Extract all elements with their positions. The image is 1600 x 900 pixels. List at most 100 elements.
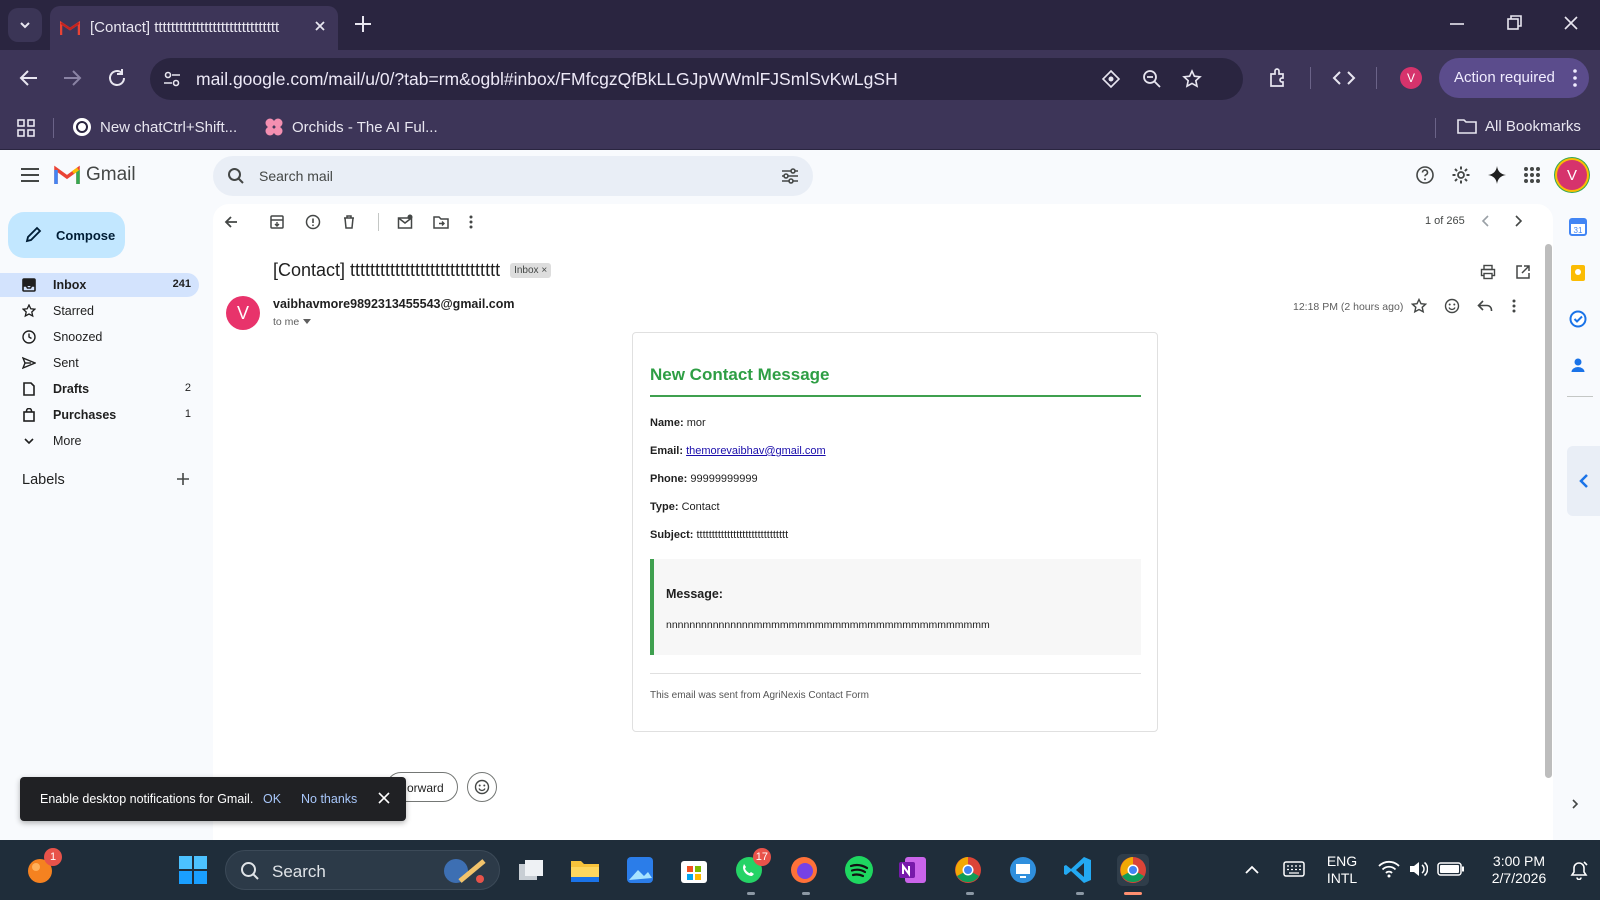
taskbar-store[interactable] <box>678 854 710 886</box>
close-window-icon[interactable] <box>1561 13 1581 33</box>
inbox-label-chip[interactable]: Inbox × <box>510 263 552 278</box>
side-panel-toggle[interactable] <box>1567 446 1600 516</box>
recipient-details[interactable]: to me <box>273 316 312 328</box>
new-tab-icon[interactable] <box>352 13 374 35</box>
toast-ok-button[interactable]: OK <box>263 792 281 806</box>
settings-gear-icon[interactable] <box>1451 165 1471 185</box>
wifi-icon[interactable] <box>1378 860 1400 878</box>
back-to-inbox-icon[interactable] <box>223 214 239 230</box>
add-label-icon[interactable] <box>176 472 190 486</box>
archive-icon[interactable] <box>269 214 285 230</box>
print-icon[interactable] <box>1480 264 1496 280</box>
close-icon[interactable] <box>312 18 328 34</box>
reload-icon[interactable] <box>105 66 129 90</box>
sidebar-item-snoozed[interactable]: Snoozed <box>0 325 199 349</box>
taskbar-file-explorer[interactable] <box>569 854 601 886</box>
email-link[interactable]: themorevaibhav@gmail.com <box>686 445 826 457</box>
taskbar-firefox[interactable] <box>788 854 820 886</box>
search-input[interactable] <box>259 156 739 196</box>
keep-notes-icon[interactable] <box>1569 264 1587 282</box>
move-to-folder-icon[interactable] <box>433 214 449 230</box>
taskbar-chrome-active[interactable] <box>1117 854 1149 886</box>
sidebar-item-inbox[interactable]: Inbox 241 <box>0 273 199 297</box>
forward-icon[interactable] <box>60 66 84 90</box>
newer-chevron-left-icon[interactable] <box>1479 214 1493 228</box>
calendar-icon[interactable]: 31 <box>1569 218 1587 236</box>
taskbar-spotify[interactable] <box>843 854 875 886</box>
emoji-reaction-icon[interactable] <box>1444 298 1460 314</box>
scrollbar[interactable] <box>1545 244 1552 778</box>
battery-icon[interactable] <box>1437 861 1465 877</box>
older-chevron-right-icon[interactable] <box>1511 214 1525 228</box>
browser-tab-gmail[interactable]: [Contact] tttttttttttttttttttttttttttttt <box>50 6 338 50</box>
chevron-right-icon[interactable] <box>1569 798 1581 810</box>
tab-search-button[interactable] <box>8 8 42 42</box>
sidebar-item-purchases[interactable]: Purchases 1 <box>0 403 199 427</box>
sidebar-item-drafts[interactable]: Drafts 2 <box>0 377 199 401</box>
start-button[interactable] <box>177 854 209 886</box>
taskbar-chrome-profile[interactable] <box>952 854 984 886</box>
gmail-logo[interactable]: Gmail <box>54 164 136 186</box>
sidebar-item-starred[interactable]: Starred <box>0 299 199 323</box>
bookmarks-divider <box>53 118 54 138</box>
system-clock[interactable]: 3:00 PM 2/7/2026 <box>1476 853 1562 887</box>
notification-bell-icon[interactable] <box>1569 860 1589 880</box>
close-icon[interactable] <box>377 791 391 805</box>
gemini-sparkle-icon[interactable] <box>1487 165 1507 185</box>
lens-icon[interactable] <box>1101 69 1121 89</box>
devtools-code-icon[interactable] <box>1332 66 1356 90</box>
mark-unread-icon[interactable] <box>397 214 413 230</box>
open-in-new-window-icon[interactable] <box>1515 264 1531 280</box>
google-apps-icon[interactable] <box>1522 165 1542 185</box>
minimize-icon[interactable] <box>1447 13 1467 33</box>
taskbar-vscode[interactable] <box>1062 854 1094 886</box>
taskbar-task-view[interactable] <box>515 854 547 886</box>
toast-no-thanks-button[interactable]: No thanks <box>301 792 357 806</box>
bookmark-orchids[interactable]: Orchids - The AI Ful... <box>264 117 438 137</box>
tasks-icon[interactable] <box>1569 310 1587 328</box>
taskbar-notification-app[interactable]: 1 <box>24 848 62 886</box>
emoji-reaction-button[interactable] <box>467 772 497 802</box>
account-avatar[interactable]: V <box>1557 160 1587 190</box>
profile-avatar[interactable]: V <box>1400 67 1422 89</box>
contacts-icon[interactable] <box>1569 356 1587 374</box>
keyboard-icon[interactable] <box>1283 860 1305 878</box>
search-icon[interactable] <box>227 167 245 185</box>
taskbar-search[interactable]: Search <box>225 850 500 890</box>
address-bar[interactable]: mail.google.com/mail/u/0/?tab=rm&ogbl#in… <box>150 58 1243 100</box>
restore-icon[interactable] <box>1504 13 1524 33</box>
more-vert-icon[interactable] <box>469 214 473 230</box>
sidebar-item-sent[interactable]: Sent <box>0 351 199 375</box>
compose-button[interactable]: Compose <box>8 212 125 258</box>
all-bookmarks-button[interactable]: All Bookmarks <box>1457 117 1581 135</box>
bookmark-chatgpt[interactable]: New chatCtrl+Shift... <box>72 117 237 137</box>
star-icon[interactable] <box>1411 298 1427 314</box>
site-info-icon[interactable] <box>162 69 182 89</box>
action-required-button[interactable]: Action required <box>1439 58 1589 98</box>
apps-grid-icon[interactable] <box>16 118 36 138</box>
delete-trash-icon[interactable] <box>341 214 357 230</box>
taskbar-remote-desktop[interactable] <box>1007 854 1039 886</box>
extensions-icon[interactable] <box>1266 66 1290 90</box>
taskbar-photos[interactable] <box>624 854 656 886</box>
zoom-icon[interactable] <box>1142 69 1162 89</box>
sidebar-item-more[interactable]: More <box>0 429 199 453</box>
taskbar-onenote[interactable] <box>897 854 929 886</box>
sender-email[interactable]: vaibhavmore9892313455543@gmail.com <box>273 297 515 311</box>
input-language[interactable]: ENG INTL <box>1320 853 1364 887</box>
back-icon[interactable] <box>17 66 41 90</box>
search-options-icon[interactable] <box>781 168 799 184</box>
help-icon[interactable] <box>1415 165 1435 185</box>
star-icon <box>22 304 36 318</box>
taskbar-whatsapp[interactable]: 17 <box>733 848 771 886</box>
volume-icon[interactable] <box>1408 860 1428 878</box>
bookmark-star-icon[interactable] <box>1182 69 1202 89</box>
more-vert-icon[interactable] <box>1512 298 1516 314</box>
reply-icon[interactable] <box>1477 298 1493 314</box>
report-spam-icon[interactable] <box>305 214 321 230</box>
message-pager: 1 of 265 <box>1425 215 1465 227</box>
chevron-up-icon[interactable] <box>1244 862 1260 878</box>
sender-avatar[interactable]: V <box>226 296 260 330</box>
labels-heading: Labels <box>22 472 65 488</box>
main-menu-icon[interactable] <box>20 167 40 183</box>
